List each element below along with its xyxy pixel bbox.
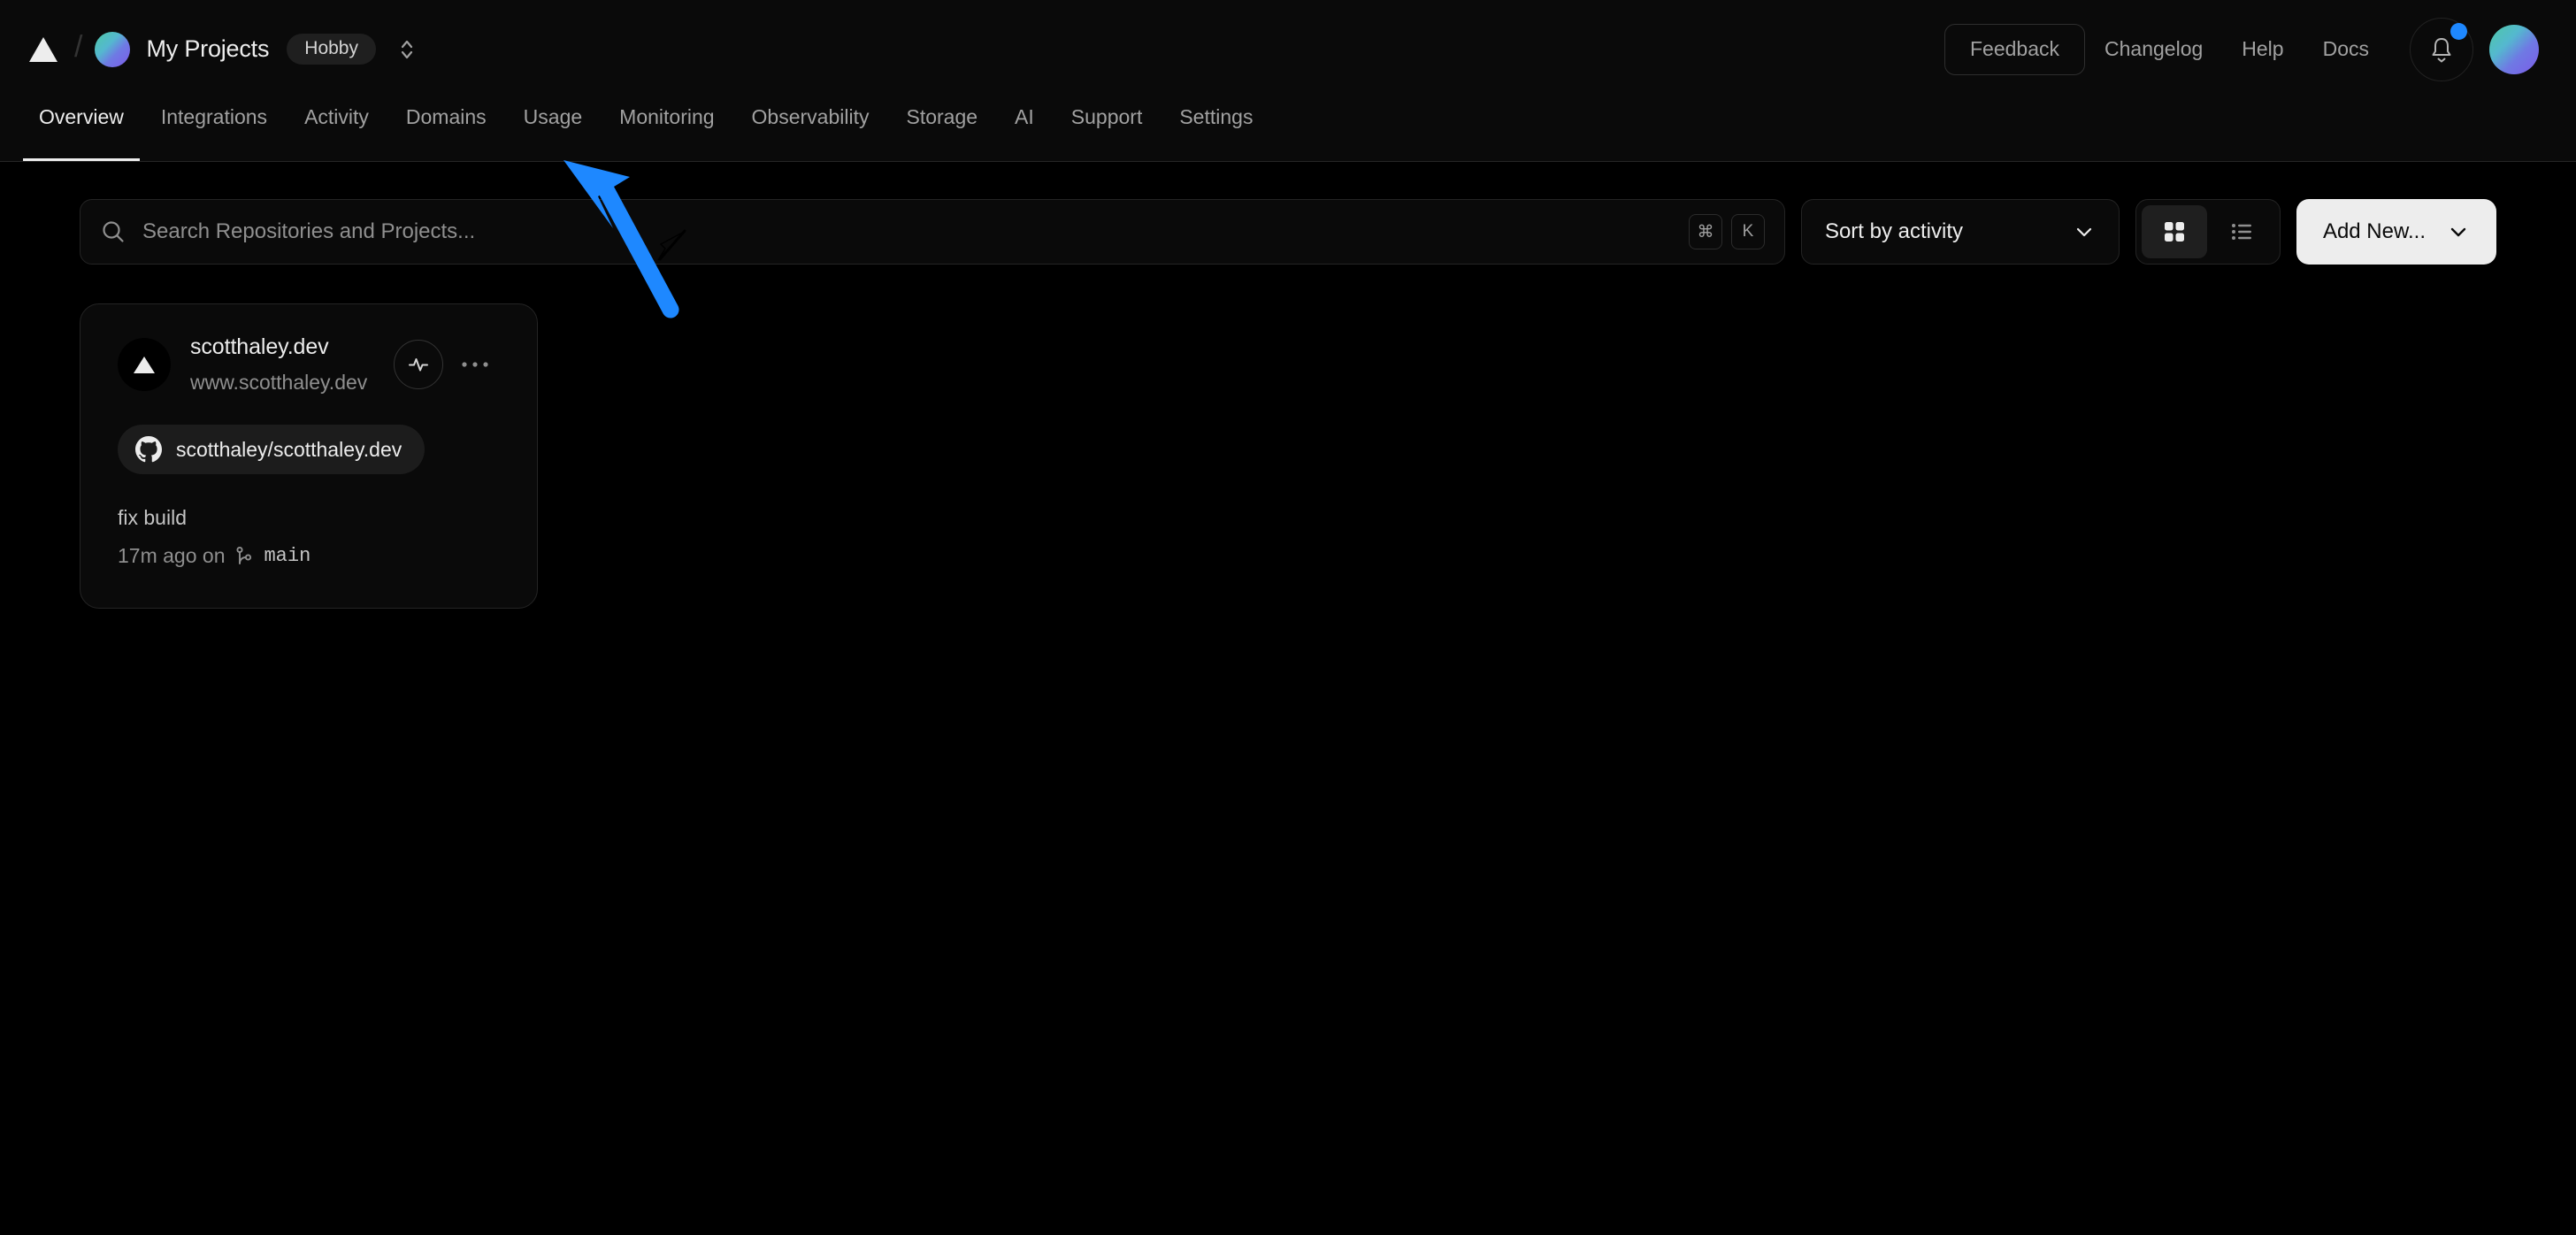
kbd-k: K [1730, 214, 1765, 249]
tab-support[interactable]: Support [1055, 98, 1159, 161]
breadcrumb: / My Projects Hobby [23, 29, 420, 70]
tab-monitoring[interactable]: Monitoring [603, 98, 730, 161]
projects-grid: scotthaley.dev www.scotthaley.dev scotth… [80, 303, 2496, 609]
list-view-button[interactable] [2209, 205, 2274, 258]
list-view-icon [2231, 224, 2251, 240]
project-card[interactable]: scotthaley.dev www.scotthaley.dev scotth… [80, 303, 538, 609]
add-new-button[interactable]: Add New... [2296, 199, 2496, 265]
branch-name: main [264, 545, 311, 567]
team-name[interactable]: My Projects [146, 35, 269, 63]
sort-dropdown-label: Sort by activity [1824, 219, 1963, 243]
breadcrumb-separator: / [74, 30, 83, 64]
project-identity: scotthaley.dev www.scotthaley.dev [190, 334, 367, 395]
projects-toolbar: ⌘ K Sort by activity [80, 162, 2496, 265]
search-shortcut-hint: ⌘ K [1688, 214, 1765, 249]
top-header-bar: / My Projects Hobby Feedback Changelog H… [0, 0, 2576, 98]
commit-message: fix build [118, 506, 187, 529]
main-content: ⌘ K Sort by activity [0, 162, 2576, 1235]
grid-view-button[interactable] [2141, 205, 2207, 258]
project-card-actions [393, 334, 500, 389]
view-mode-toggle [2135, 199, 2281, 265]
bell-icon [2432, 37, 2451, 62]
tab-usage[interactable]: Usage [508, 98, 598, 161]
chevron-down-icon [2450, 227, 2466, 237]
search-field[interactable]: ⌘ K [80, 199, 1785, 265]
chevron-up-down-icon[interactable] [394, 34, 420, 65]
sort-dropdown[interactable]: Sort by activity [1800, 199, 2120, 265]
github-icon [135, 436, 162, 463]
team-avatar[interactable] [95, 31, 131, 67]
tab-integrations[interactable]: Integrations [145, 98, 283, 161]
project-card-header: scotthaley.dev www.scotthaley.dev [118, 334, 500, 395]
git-branch-icon [236, 546, 252, 564]
avatar[interactable] [2489, 24, 2539, 74]
repository-chip[interactable]: scotthaley/scotthaley.dev [118, 425, 426, 474]
project-name: scotthaley.dev [190, 334, 329, 359]
tab-settings[interactable]: Settings [1163, 98, 1269, 161]
tab-activity[interactable]: Activity [288, 98, 385, 161]
kbd-command: ⌘ [1688, 214, 1722, 249]
search-icon [103, 221, 124, 242]
tab-overview[interactable]: Overview [23, 98, 140, 161]
search-input[interactable] [142, 219, 1676, 244]
add-new-label: Add New... [2322, 219, 2426, 243]
vercel-triangle-icon[interactable] [23, 29, 64, 70]
feedback-button[interactable]: Feedback [1944, 23, 2086, 75]
tab-storage[interactable]: Storage [890, 98, 993, 161]
nav-link-changelog[interactable]: Changelog [2085, 37, 2222, 61]
more-horizontal-icon[interactable] [450, 340, 500, 389]
activity-pulse-icon[interactable] [393, 340, 443, 389]
notification-unread-badge [2450, 22, 2467, 40]
notifications-button[interactable] [2410, 17, 2473, 81]
grid-view-icon [2164, 222, 2184, 242]
repository-name: scotthaley/scotthaley.dev [176, 437, 402, 461]
commit-meta: 17m ago on main [118, 544, 500, 568]
tab-observability[interactable]: Observability [736, 98, 886, 161]
tab-domains[interactable]: Domains [390, 98, 502, 161]
commit-timestamp: 17m ago on [118, 544, 226, 567]
chevron-down-icon [2076, 227, 2092, 237]
nav-link-docs[interactable]: Docs [2304, 37, 2388, 61]
vercel-triangle-icon [118, 338, 171, 391]
header-actions: Feedback Changelog Help Docs [1944, 17, 2539, 81]
main-tab-bar: Overview Integrations Activity Domains U… [0, 98, 2576, 162]
nav-link-help[interactable]: Help [2222, 37, 2303, 61]
project-domain: www.scotthaley.dev [190, 371, 368, 394]
plan-badge: Hobby [287, 34, 376, 65]
tab-ai[interactable]: AI [999, 98, 1050, 161]
